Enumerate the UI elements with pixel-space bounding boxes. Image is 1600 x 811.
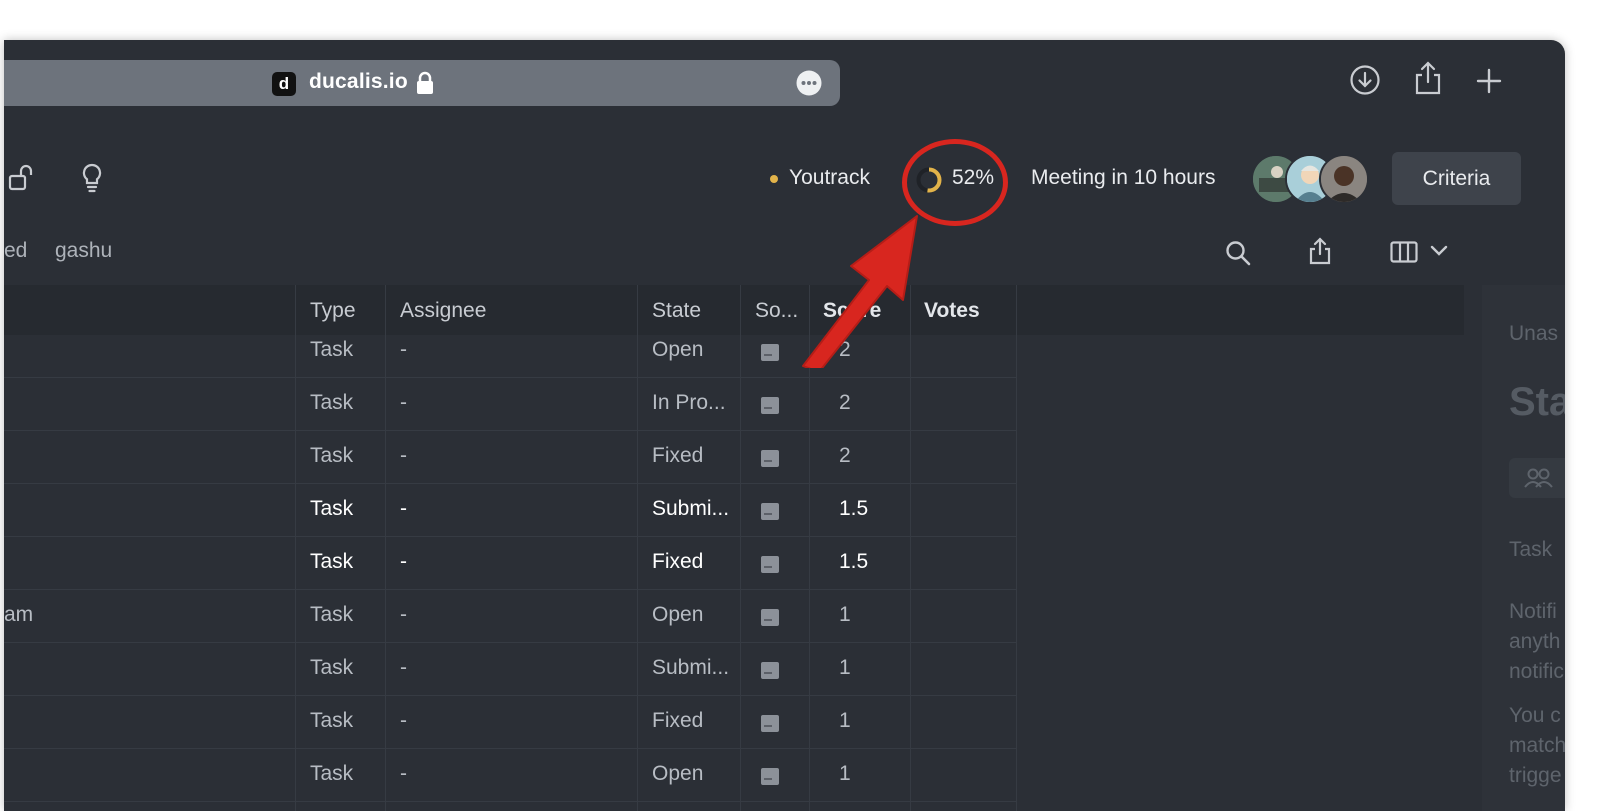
- cell-state[interactable]: Open: [652, 338, 703, 362]
- lightbulb-icon[interactable]: [80, 162, 104, 194]
- search-icon[interactable]: [1225, 240, 1251, 266]
- cell-type[interactable]: Task: [310, 656, 353, 680]
- cell-assignee[interactable]: -: [400, 497, 407, 521]
- cell-assignee[interactable]: -: [400, 762, 407, 786]
- column-divider: [295, 285, 296, 811]
- source-icon: [761, 768, 779, 785]
- cell-score[interactable]: 2: [839, 444, 851, 468]
- table-header: [4, 285, 1464, 335]
- cell-type[interactable]: Task: [310, 391, 353, 415]
- cell-score[interactable]: 1: [839, 603, 851, 627]
- source-icon: [761, 556, 779, 573]
- column-divider: [740, 285, 741, 811]
- cell-state[interactable]: In Pro...: [652, 391, 726, 415]
- row-divider: [4, 430, 1016, 431]
- cell-assignee[interactable]: -: [400, 603, 407, 627]
- chevron-down-icon[interactable]: [1430, 245, 1448, 257]
- cell-title[interactable]: am: [4, 603, 33, 627]
- cell-assignee[interactable]: -: [400, 444, 407, 468]
- cell-score[interactable]: 2: [839, 391, 851, 415]
- criteria-button[interactable]: Criteria: [1392, 152, 1521, 205]
- site-favicon: d: [272, 72, 296, 96]
- cell-assignee[interactable]: -: [400, 656, 407, 680]
- cell-score[interactable]: 1.5: [839, 550, 868, 574]
- side-panel-type: Task: [1509, 538, 1553, 561]
- source-icon: [761, 503, 779, 520]
- cell-state[interactable]: Fixed: [652, 709, 703, 733]
- columns-icon[interactable]: [1390, 241, 1418, 263]
- share-icon[interactable]: [1413, 60, 1443, 96]
- browser-window: d ducalis.io Youtrack 52% Meeting in 10 …: [4, 40, 1565, 811]
- column-header-state[interactable]: State: [652, 299, 701, 323]
- source-icon: [761, 715, 779, 732]
- row-divider: [4, 695, 1016, 696]
- side-panel-text: anyth: [1509, 630, 1561, 653]
- column-header-type[interactable]: Type: [310, 299, 356, 323]
- cell-type[interactable]: Task: [310, 550, 353, 574]
- cell-state[interactable]: Open: [652, 762, 703, 786]
- tab-item[interactable]: ed: [4, 239, 27, 263]
- row-divider: [4, 642, 1016, 643]
- people-icon: [1524, 468, 1553, 488]
- cell-assignee[interactable]: -: [400, 391, 407, 415]
- source-icon: [761, 662, 779, 679]
- meeting-countdown[interactable]: Meeting in 10 hours: [1031, 166, 1215, 190]
- integration-label[interactable]: Youtrack: [789, 166, 870, 190]
- cell-state[interactable]: Fixed: [652, 444, 703, 468]
- cell-state[interactable]: Submi...: [652, 656, 729, 680]
- cell-assignee[interactable]: -: [400, 338, 407, 362]
- export-icon[interactable]: [1308, 237, 1332, 265]
- source-icon: [761, 450, 779, 467]
- side-panel-text: Notifi: [1509, 600, 1557, 623]
- cell-state[interactable]: Open: [652, 603, 703, 627]
- column-header-source[interactable]: So...: [755, 299, 798, 323]
- tab-item[interactable]: gashu: [55, 239, 112, 263]
- row-divider: [4, 801, 1016, 802]
- cell-type[interactable]: Task: [310, 709, 353, 733]
- column-divider: [385, 285, 386, 811]
- cell-state[interactable]: Fixed: [652, 550, 703, 574]
- cell-type[interactable]: Task: [310, 762, 353, 786]
- side-panel-text: trigge: [1509, 764, 1562, 787]
- row-divider: [4, 748, 1016, 749]
- row-divider: [4, 536, 1016, 537]
- cell-type[interactable]: Task: [310, 603, 353, 627]
- row-divider: [4, 377, 1016, 378]
- cell-type[interactable]: Task: [310, 444, 353, 468]
- site-url[interactable]: ducalis.io: [309, 70, 408, 94]
- cell-score[interactable]: 1.5: [839, 497, 868, 521]
- source-icon: [761, 609, 779, 626]
- row-divider: [4, 589, 1016, 590]
- address-bar[interactable]: d ducalis.io: [4, 60, 840, 106]
- side-panel-text: match: [1509, 734, 1565, 757]
- cell-assignee[interactable]: -: [400, 550, 407, 574]
- avatar[interactable]: [1319, 154, 1369, 204]
- more-options-icon[interactable]: [796, 70, 822, 96]
- column-divider: [1016, 285, 1017, 811]
- annotation-arrow-icon: [802, 215, 918, 368]
- side-panel-status: Unas: [1509, 322, 1559, 345]
- new-tab-icon[interactable]: [1476, 68, 1502, 94]
- cell-score[interactable]: 1: [839, 656, 851, 680]
- source-icon: [761, 397, 779, 414]
- side-panel-title: Sta: [1509, 380, 1565, 424]
- integration-status-dot: [770, 175, 778, 183]
- cell-score[interactable]: 1: [839, 762, 851, 786]
- side-panel-text: notific: [1509, 660, 1564, 683]
- source-icon: [761, 344, 779, 361]
- side-panel-team-chip[interactable]: [1509, 458, 1565, 498]
- cell-state[interactable]: Submi...: [652, 497, 729, 521]
- column-header-assignee[interactable]: Assignee: [400, 299, 486, 323]
- lock-icon: [417, 71, 433, 94]
- cell-type[interactable]: Task: [310, 497, 353, 521]
- column-divider: [637, 285, 638, 811]
- download-icon[interactable]: [1349, 64, 1381, 96]
- side-panel-text: You c: [1509, 704, 1561, 727]
- cell-assignee[interactable]: -: [400, 709, 407, 733]
- row-divider: [4, 483, 1016, 484]
- cell-type[interactable]: Task: [310, 338, 353, 362]
- cell-score[interactable]: 1: [839, 709, 851, 733]
- unlock-icon[interactable]: [8, 164, 36, 192]
